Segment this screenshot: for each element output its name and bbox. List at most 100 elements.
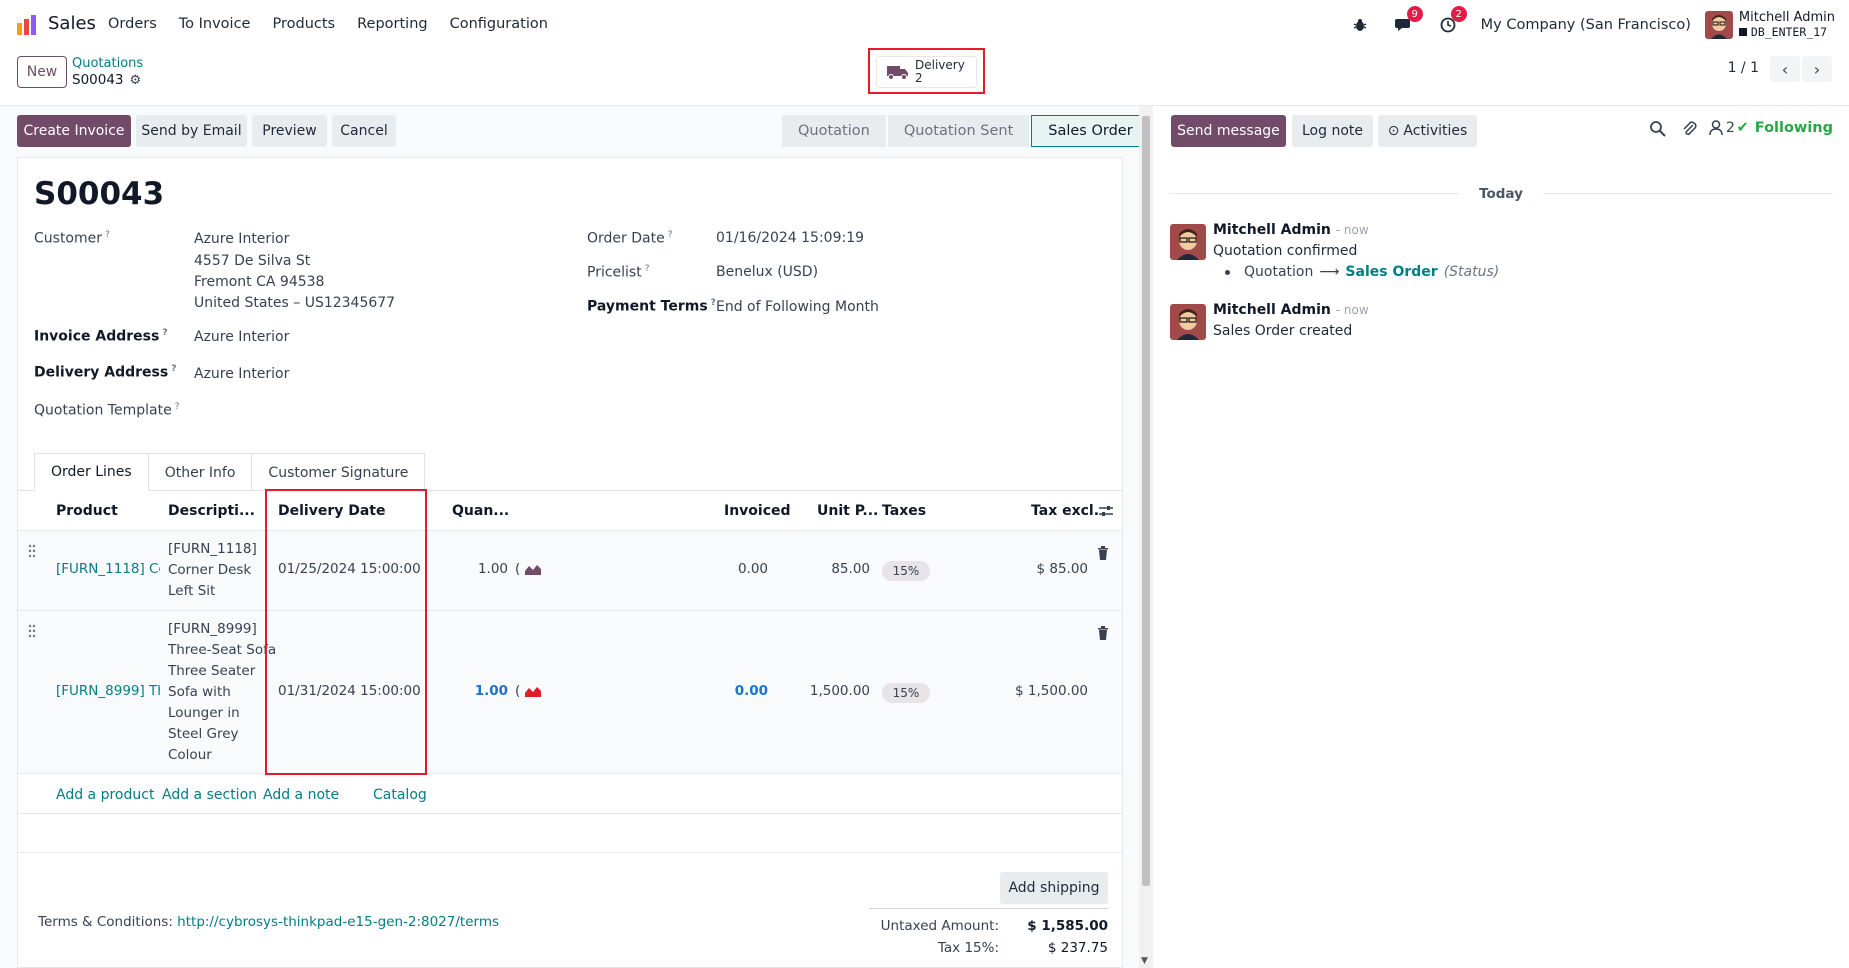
- row-subtotal: $ 1,500.00: [1015, 683, 1088, 699]
- stage-quotation-sent[interactable]: Quotation Sent: [887, 115, 1030, 147]
- user-menu[interactable]: Mitchell Admin DB_ENTER_17: [1738, 11, 1835, 39]
- menu-reporting[interactable]: Reporting: [357, 16, 428, 32]
- search-icon[interactable]: [1649, 120, 1667, 138]
- menu-products[interactable]: Products: [272, 16, 335, 32]
- terms-link[interactable]: http://cybrosys-thinkpad-e15-gen-2:8027/…: [177, 914, 499, 930]
- breadcrumb-quotations[interactable]: Quotations: [72, 56, 143, 71]
- database-icon: [1738, 28, 1747, 36]
- followers-button[interactable]: 2: [1709, 120, 1735, 136]
- customer-name-link[interactable]: Azure Interior: [194, 231, 289, 247]
- row-product[interactable]: [FURN_8999] Thr: [56, 683, 160, 699]
- debug-bug-icon[interactable]: [1349, 14, 1371, 36]
- catalog-link[interactable]: Catalog: [373, 787, 427, 803]
- form-scrollbar[interactable]: ▼: [1139, 106, 1153, 968]
- company-switcher[interactable]: My Company (San Francisco): [1481, 17, 1691, 33]
- col-taxes[interactable]: Taxes: [882, 503, 926, 519]
- terms-label: Terms & Conditions:: [38, 914, 173, 930]
- activities-button[interactable]: ⊙ Activities: [1378, 115, 1477, 147]
- send-by-email-button[interactable]: Send by Email: [136, 115, 247, 147]
- tab-customer-signature[interactable]: Customer Signature: [251, 453, 426, 491]
- row-product[interactable]: [FURN_1118] Cor: [56, 561, 160, 577]
- delete-trash-icon[interactable]: [1097, 546, 1109, 560]
- col-unit-price[interactable]: Unit P...: [817, 503, 878, 519]
- help-icon: ?: [667, 230, 673, 240]
- cancel-button[interactable]: Cancel: [332, 115, 396, 147]
- payment-terms-field[interactable]: End of Following Month: [716, 299, 879, 315]
- sales-app-icon[interactable]: [16, 14, 38, 36]
- gear-icon[interactable]: ⚙: [130, 73, 142, 88]
- forecast-chart-icon[interactable]: [525, 563, 541, 575]
- row-description[interactable]: [FURN_8999] Three-Seat Sofa Three Seater…: [168, 619, 276, 766]
- stage-sales-order[interactable]: Sales Order: [1031, 115, 1150, 147]
- pager-value[interactable]: 1 / 1: [1728, 60, 1759, 76]
- menu-configuration[interactable]: Configuration: [450, 16, 548, 32]
- scrollbar-thumb[interactable]: [1142, 116, 1150, 886]
- message-author[interactable]: Mitchell Admin - now: [1213, 302, 1369, 318]
- col-product[interactable]: Product: [56, 503, 118, 519]
- pricelist-field[interactable]: Benelux (USD): [716, 264, 818, 280]
- row-quantity-truncated: (: [515, 561, 521, 577]
- send-message-button[interactable]: Send message: [1171, 115, 1286, 147]
- col-invoiced[interactable]: Invoiced: [724, 503, 791, 519]
- drag-handle-icon[interactable]: [27, 624, 37, 638]
- column-settings-icon[interactable]: [1098, 504, 1114, 518]
- app-name[interactable]: Sales: [48, 13, 96, 34]
- user-icon: [1709, 120, 1723, 136]
- delete-trash-icon[interactable]: [1097, 626, 1109, 640]
- tab-other-info[interactable]: Other Info: [147, 453, 253, 491]
- row-quantity[interactable]: 1.00: [458, 561, 508, 577]
- row-quantity[interactable]: 1.00: [458, 683, 508, 699]
- row-unit-price[interactable]: 1,500.00: [798, 683, 870, 699]
- tab-order-lines[interactable]: Order Lines: [34, 453, 149, 491]
- log-note-button[interactable]: Log note: [1292, 115, 1373, 147]
- delivery-count: 2: [915, 71, 923, 85]
- menu-to-invoice[interactable]: To Invoice: [179, 16, 251, 32]
- main-menu: Orders To Invoice Products Reporting Con…: [108, 16, 570, 32]
- col-tax-excl[interactable]: Tax excl.: [1031, 503, 1099, 519]
- delivery-smart-button[interactable]: Delivery 2: [876, 56, 977, 88]
- add-section-link[interactable]: Add a section: [162, 787, 257, 803]
- messages-icon[interactable]: 9: [1393, 6, 1423, 36]
- pager-next-button[interactable]: ›: [1802, 56, 1832, 82]
- row-unit-price[interactable]: 85.00: [798, 561, 870, 577]
- tracking-value: Quotation ⟶ Sales Order (Status): [1213, 264, 1499, 280]
- check-icon: ✔: [1736, 120, 1749, 136]
- database-name: DB_ENTER_17: [1750, 25, 1828, 39]
- row-tax-badge[interactable]: 15%: [882, 683, 930, 703]
- messages-badge: 9: [1406, 6, 1423, 22]
- help-icon: ?: [171, 364, 177, 374]
- preview-button[interactable]: Preview: [252, 115, 327, 147]
- add-product-link[interactable]: Add a product: [56, 787, 154, 803]
- col-description[interactable]: Descripti...: [168, 503, 255, 519]
- user-avatar[interactable]: [1704, 11, 1733, 39]
- create-invoice-button[interactable]: Create Invoice: [17, 115, 131, 147]
- add-note-link[interactable]: Add a note: [263, 787, 339, 803]
- row-description[interactable]: [FURN_1118] Corner Desk Left Sit: [168, 539, 257, 602]
- author-avatar[interactable]: [1170, 224, 1206, 260]
- activities-clock-icon[interactable]: 2: [1437, 6, 1467, 36]
- following-button[interactable]: ✔ Following: [1737, 120, 1833, 136]
- stage-quotation[interactable]: Quotation: [782, 115, 886, 147]
- customer-city: Fremont CA 94538: [194, 274, 325, 290]
- author-name: Mitchell Admin: [1213, 222, 1331, 238]
- paperclip-icon[interactable]: [1681, 120, 1699, 138]
- row-invoiced: 0.00: [734, 683, 768, 699]
- tab-divider: [18, 490, 1122, 491]
- new-button[interactable]: New: [17, 56, 67, 88]
- menu-orders[interactable]: Orders: [108, 16, 157, 32]
- row-invoiced: 0.00: [737, 561, 768, 577]
- drag-handle-icon[interactable]: [27, 544, 37, 558]
- row-tax-badge[interactable]: 15%: [882, 561, 930, 581]
- row-quantity-truncated: (: [515, 683, 521, 699]
- forecast-chart-icon[interactable]: [525, 685, 541, 697]
- add-shipping-button[interactable]: Add shipping: [1000, 872, 1108, 904]
- col-quantity[interactable]: Quan...: [452, 503, 509, 519]
- scroll-down-arrow-icon[interactable]: ▼: [1141, 956, 1148, 966]
- status-bar: Quotation Quotation Sent Sales Order: [782, 115, 1150, 147]
- message-author[interactable]: Mitchell Admin - now: [1213, 222, 1369, 238]
- invoice-address-field[interactable]: Azure Interior: [194, 329, 289, 345]
- author-avatar[interactable]: [1170, 304, 1206, 340]
- order-date-field[interactable]: 01/16/2024 15:09:19: [716, 230, 864, 246]
- delivery-address-field[interactable]: Azure Interior: [194, 366, 289, 382]
- pager-previous-button[interactable]: ‹: [1770, 56, 1800, 82]
